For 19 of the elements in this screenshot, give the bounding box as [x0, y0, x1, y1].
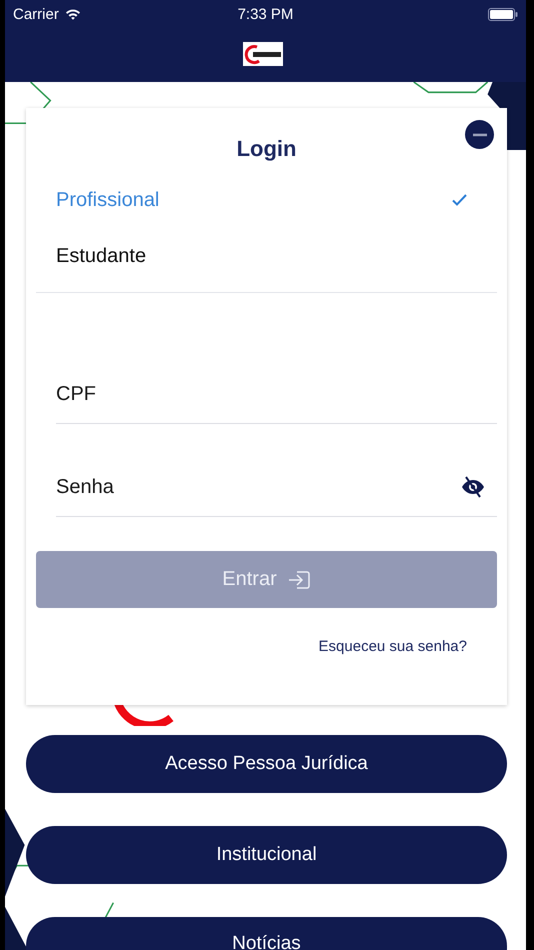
checkmark-icon [452, 194, 467, 206]
logo-icon [243, 42, 283, 66]
status-time: 7:33 PM [238, 6, 294, 22]
forgot-password-link[interactable]: Esqueceu sua senha? [318, 638, 467, 655]
input-field[interactable]: CPF [56, 382, 485, 406]
user-type-option[interactable]: Estudante [36, 228, 497, 284]
login-icon [286, 568, 311, 590]
wifi-icon [64, 8, 81, 20]
eye-slash-icon[interactable] [461, 476, 485, 498]
menu-button[interactable]: Institucional [26, 826, 507, 884]
input-field[interactable]: Senha [56, 476, 461, 498]
battery-icon [488, 8, 518, 20]
login-title: Login [236, 136, 298, 162]
collapse-button[interactable] [465, 120, 494, 149]
user-type-option[interactable]: Profissional [36, 172, 497, 228]
carrier-label: Carrier [13, 6, 59, 22]
minus-icon [472, 132, 486, 136]
menu-button[interactable]: Notícias [26, 917, 507, 950]
menu-button[interactable]: Acesso Pessoa Jurídica [26, 735, 507, 793]
